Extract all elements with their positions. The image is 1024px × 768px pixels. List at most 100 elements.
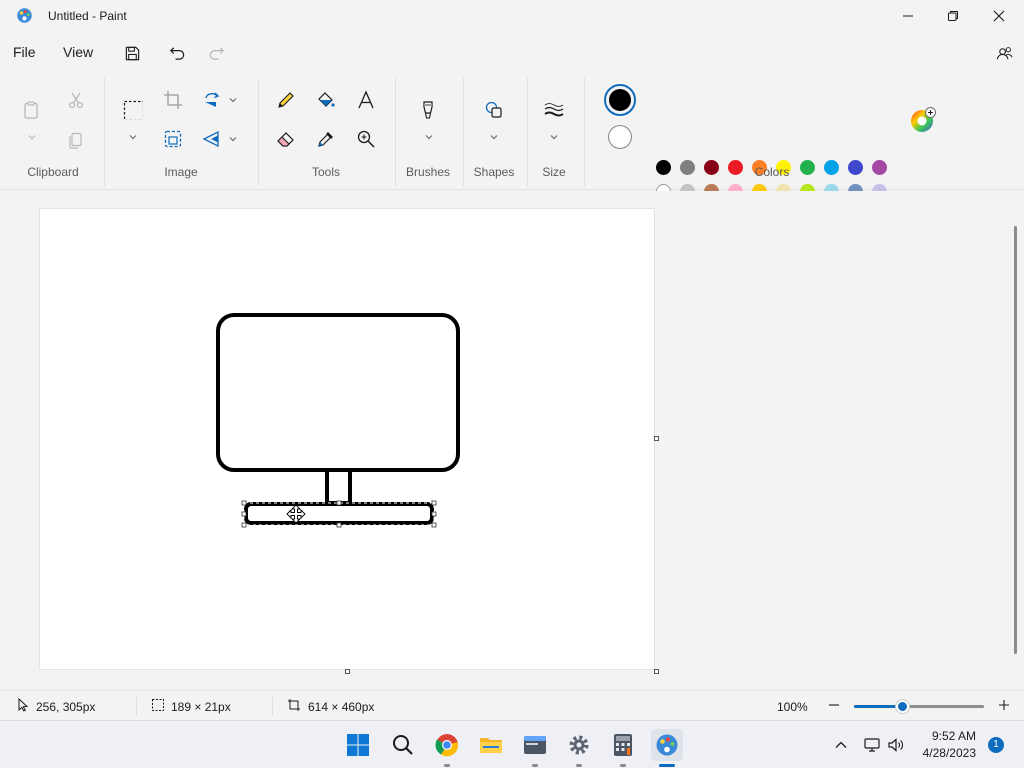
ribbon-divider: [395, 78, 396, 186]
ribbon-divider: [104, 78, 105, 186]
chevron-down-icon[interactable]: [424, 132, 434, 142]
color-picker-tool[interactable]: [312, 125, 340, 153]
taskbar-file-explorer[interactable]: [475, 729, 507, 761]
clock-date[interactable]: 4/28/2023: [912, 746, 976, 760]
size-button[interactable]: [540, 96, 568, 124]
chevron-down-icon[interactable]: [128, 132, 138, 142]
zoom-icon: [357, 130, 375, 148]
edit-colors-button[interactable]: [910, 107, 936, 132]
save-button[interactable]: [121, 42, 143, 64]
taskbar-chrome[interactable]: [431, 729, 463, 761]
redo-icon: [209, 46, 224, 60]
clock-time[interactable]: 9:52 AM: [912, 729, 976, 743]
chevron-down-icon[interactable]: [27, 132, 37, 142]
copy-button[interactable]: [62, 125, 90, 153]
status-bar: 256, 305px 189 × 21px 614 × 460px 100%: [0, 690, 1024, 720]
active-indicator: [659, 764, 675, 767]
image-resize-button[interactable]: [159, 125, 187, 153]
search-button[interactable]: [387, 729, 419, 761]
pointer-icon: [18, 698, 29, 712]
cursor-position: 256, 305px: [36, 700, 96, 714]
menu-view[interactable]: View: [63, 44, 93, 60]
redo-button[interactable]: [205, 42, 227, 64]
close-icon: [993, 10, 1005, 22]
color1-swatch: [609, 89, 631, 111]
magnifier-tool[interactable]: [352, 125, 380, 153]
canvas-resize-handle-corner[interactable]: [654, 669, 659, 674]
color1-selector[interactable]: [604, 84, 636, 116]
flip-button[interactable]: [198, 125, 226, 153]
paint-palette-icon: [17, 8, 32, 23]
text-tool[interactable]: [352, 86, 380, 114]
shapes-button[interactable]: [480, 96, 508, 124]
scissors-icon: [68, 92, 84, 109]
paint-palette-icon: [656, 734, 678, 756]
folder-icon: [480, 738, 502, 753]
palette-swatch[interactable]: [656, 160, 671, 175]
color-wheel-icon: [911, 107, 936, 132]
paste-button[interactable]: [17, 96, 45, 124]
cut-button[interactable]: [62, 86, 90, 114]
network-icon[interactable]: [863, 736, 881, 754]
app-window-icon: [524, 736, 546, 754]
crop-icon: [164, 91, 182, 109]
taskbar-paint[interactable]: [651, 729, 683, 761]
palette-swatch[interactable]: [704, 160, 719, 175]
taskbar-calculator[interactable]: [607, 729, 639, 761]
canvas-drawing: [216, 313, 460, 528]
color2-selector[interactable]: [608, 125, 632, 149]
zoom-in-icon[interactable]: [997, 698, 1011, 712]
crop-button[interactable]: [159, 86, 187, 114]
taskbar-terminal[interactable]: [519, 729, 551, 761]
brushes-button[interactable]: [414, 96, 442, 124]
status-divider: [272, 697, 273, 715]
undo-icon: [169, 46, 184, 60]
gear-icon: [569, 735, 589, 755]
chevron-down-icon[interactable]: [489, 132, 499, 142]
canvas-resize-handle-right[interactable]: [654, 436, 659, 441]
start-button[interactable]: [342, 729, 374, 761]
drawing-canvas[interactable]: [40, 209, 654, 669]
palette-swatch[interactable]: [872, 160, 887, 175]
palette-swatch[interactable]: [848, 160, 863, 175]
rectangle-select-icon: [123, 100, 143, 120]
taskbar-settings[interactable]: [563, 729, 595, 761]
chevron-up-icon[interactable]: [834, 738, 848, 752]
select-button[interactable]: [119, 96, 147, 124]
chevron-down-icon[interactable]: [228, 95, 238, 105]
restore-icon: [948, 11, 958, 21]
eraser-tool[interactable]: [272, 125, 300, 153]
size-group-label: Size: [542, 165, 566, 179]
zoom-level[interactable]: 100%: [777, 700, 808, 714]
ribbon: Clipboard Image Tools Brushes Shapes Siz…: [0, 72, 1024, 223]
brushes-group-label: Brushes: [405, 165, 451, 179]
menu-file[interactable]: File: [13, 44, 36, 60]
zoom-out-icon[interactable]: [827, 698, 841, 712]
chevron-down-icon[interactable]: [549, 132, 559, 142]
chevron-down-icon[interactable]: [228, 134, 238, 144]
running-indicator: [444, 764, 450, 767]
ribbon-divider: [584, 78, 585, 186]
account-button[interactable]: [993, 42, 1015, 64]
paste-icon: [24, 101, 38, 119]
flip-icon: [202, 130, 219, 148]
fill-tool[interactable]: [312, 86, 340, 114]
clipboard-group-label: Clipboard: [27, 165, 79, 179]
restore-button[interactable]: [930, 0, 976, 32]
undo-button[interactable]: [166, 42, 188, 64]
vertical-scrollbar[interactable]: [1014, 226, 1017, 654]
close-button[interactable]: [976, 0, 1022, 32]
volume-icon[interactable]: [887, 736, 905, 754]
zoom-slider-thumb[interactable]: [896, 700, 910, 713]
notification-badge[interactable]: 1: [988, 737, 1004, 753]
canvas-resize-handle-bottom[interactable]: [345, 669, 350, 674]
pencil-tool[interactable]: [272, 86, 300, 114]
taskbar: 9:52 AM 4/28/2023: [0, 720, 1024, 768]
paint-bucket-icon: [318, 92, 335, 107]
minimize-button[interactable]: [885, 0, 931, 32]
rotate-button[interactable]: [198, 86, 226, 114]
palette-swatch[interactable]: [680, 160, 695, 175]
eraser-icon: [277, 132, 294, 147]
account-icon: [996, 46, 1013, 59]
palette-swatch[interactable]: [824, 160, 839, 175]
